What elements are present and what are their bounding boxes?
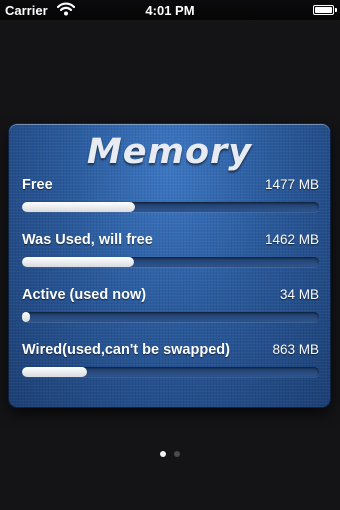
progress-fill: [22, 257, 135, 267]
page-dot-1[interactable]: [160, 451, 166, 457]
row-label: Free: [22, 177, 53, 193]
page-dot-2[interactable]: [174, 451, 180, 457]
row-value: 34 MB: [279, 287, 319, 302]
row-value: 863 MB: [272, 342, 319, 357]
status-time: 4:01 PM: [145, 3, 195, 18]
row-label: Was Used, will free: [22, 232, 153, 248]
page-indicator[interactable]: [0, 444, 340, 462]
panel-title: Memory: [86, 132, 253, 172]
row-label: Wired(used,can't be swapped): [22, 342, 230, 358]
status-bar: Carrier 4:01 PM: [0, 0, 340, 20]
battery-tip: [335, 8, 337, 12]
battery-icon: [313, 5, 334, 15]
row-value: 1462 MB: [264, 232, 319, 247]
progress-track: [22, 312, 319, 322]
row-value: 1477 MB: [264, 177, 319, 192]
memory-panel: Memory Free 1477 MB Was Used, will free …: [9, 124, 330, 407]
progress-track: [22, 257, 319, 267]
row-label: Active (used now): [22, 287, 147, 303]
progress-fill: [22, 202, 135, 212]
progress-track: [22, 202, 319, 212]
progress-fill: [22, 312, 30, 322]
progress-fill: [22, 367, 88, 377]
progress-track: [22, 367, 319, 377]
